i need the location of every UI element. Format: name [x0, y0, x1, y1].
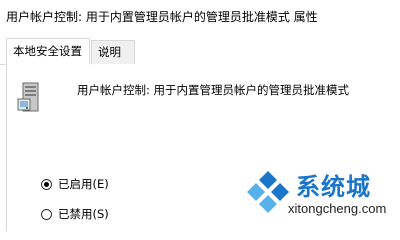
enabled-option[interactable]: 已启用(E) — [41, 176, 109, 192]
server-computer-icon — [17, 82, 39, 112]
enabled-radio[interactable] — [41, 178, 52, 190]
diamond-logo-icon — [247, 171, 289, 213]
policy-name: 用户帐户控制: 用于内置管理员帐户的管理员批准模式 — [77, 83, 350, 97]
tab-explain[interactable]: 说明 — [91, 40, 135, 64]
disabled-option[interactable]: 已禁用(S) — [41, 206, 109, 222]
watermark: 系统城 xitongcheng.com — [244, 167, 394, 227]
watermark-url: xitongcheng.com — [288, 201, 387, 216]
enabled-label: 已启用(E) — [58, 177, 109, 191]
tab-local-security-setting[interactable]: 本地安全设置 — [6, 38, 90, 65]
window-titlebar: 用户帐户控制: 用于内置管理员帐户的管理员批准模式 属性 — [0, 0, 400, 34]
window-title: 用户帐户控制: 用于内置管理员帐户的管理员批准模式 属性 — [6, 10, 318, 24]
disabled-label: 已禁用(S) — [58, 207, 109, 221]
watermark-brand: 系统城 — [296, 173, 371, 201]
disabled-radio[interactable] — [41, 208, 52, 220]
tab-strip: 本地安全设置 说明 — [0, 38, 400, 65]
